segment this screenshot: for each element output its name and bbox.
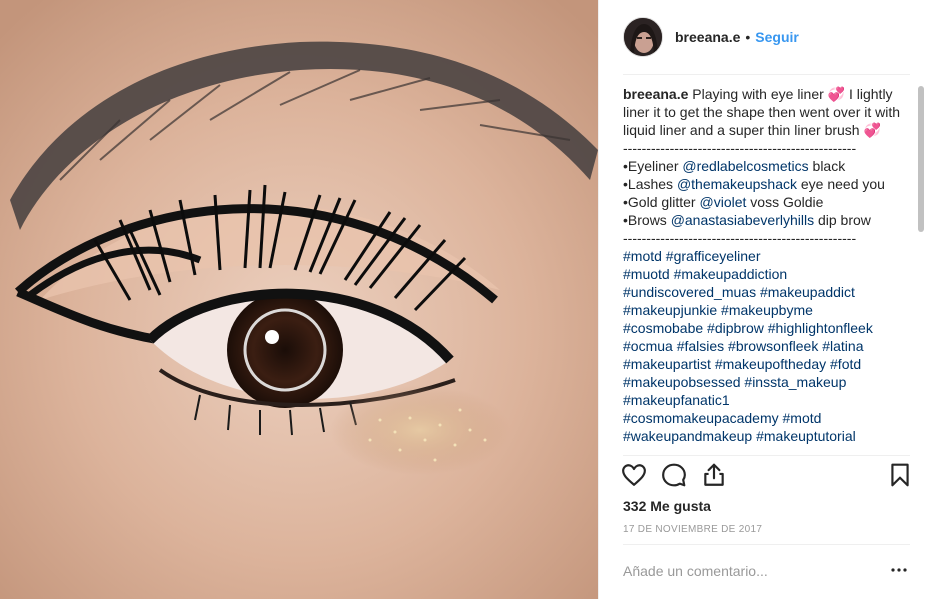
save-button[interactable] [887, 462, 915, 490]
product-line: •Brows @anastasiabeverlyhills dip brow [623, 211, 911, 229]
likes-count[interactable]: 332 Me gusta [623, 498, 711, 514]
action-bar [621, 462, 913, 492]
post-header: breeana.e • Seguir [599, 0, 934, 74]
mention-link[interactable]: @violet [700, 194, 747, 210]
divider [623, 544, 910, 545]
avatar[interactable] [623, 17, 663, 57]
hashtag-line[interactable]: #muotd #makeupaddiction [623, 265, 911, 283]
eye-makeup-image [0, 0, 598, 599]
hashtag-line[interactable]: #cosmobabe #dipbrow #highlightonfleek [623, 319, 911, 337]
avatar-image [624, 18, 662, 56]
hashtag-line[interactable]: #ocmua #falsies #browsonfleek #latina [623, 337, 911, 355]
divider [623, 74, 910, 75]
mention-link[interactable]: @themakeupshack [677, 176, 797, 192]
product-detail: eye need you [797, 176, 885, 192]
hashtag-line[interactable]: #undiscovered_muas #makeupaddict [623, 283, 911, 301]
hashtag-line[interactable]: #motd #grafficeyeliner [623, 247, 911, 265]
follow-button[interactable]: Seguir [755, 29, 799, 45]
product-detail: black [808, 158, 846, 174]
more-options-button[interactable] [887, 558, 911, 582]
caption-area[interactable]: breeana.e Playing with eye liner 💞 I lig… [623, 85, 911, 455]
share-icon [704, 463, 724, 486]
product-line: •Gold glitter @violet voss Goldie [623, 193, 911, 211]
product-label: •Gold glitter [623, 194, 700, 210]
divider [623, 455, 910, 456]
hashtag-line[interactable]: #wakeupandmakeup #makeuptutorial [623, 427, 911, 445]
add-comment-input[interactable] [623, 556, 863, 586]
caption-username[interactable]: breeana.e [623, 86, 688, 102]
post-sidebar: breeana.e • Seguir breeana.e Playing wit… [598, 0, 934, 599]
product-detail: dip brow [814, 212, 871, 228]
username-link[interactable]: breeana.e [675, 29, 740, 45]
caption: breeana.e Playing with eye liner 💞 I lig… [623, 85, 911, 139]
scrollbar-thumb[interactable] [918, 86, 924, 232]
product-label: •Eyeliner [623, 158, 683, 174]
comment-icon [662, 463, 686, 487]
hashtag-line[interactable]: #makeupartist #makeupoftheday #fotd [623, 355, 911, 373]
more-options-icon [891, 568, 907, 572]
caption-divider: ----------------------------------------… [623, 230, 857, 246]
post-photo[interactable] [0, 0, 598, 599]
separator-dot: • [745, 29, 751, 45]
heart-icon [622, 464, 646, 486]
mention-link[interactable]: @redlabelcosmetics [682, 158, 808, 174]
hashtag-line[interactable]: #makeupobsessed #inssta_makeup [623, 373, 911, 391]
share-button[interactable] [701, 462, 729, 490]
product-label: •Lashes [623, 176, 677, 192]
hashtag-line[interactable]: #makeupjunkie #makeupbyme [623, 301, 911, 319]
mention-link[interactable]: @anastasiabeverlyhills [671, 212, 814, 228]
post-date[interactable]: 17 DE NOVIEMBRE DE 2017 [623, 524, 762, 535]
product-line: •Lashes @themakeupshack eye need you [623, 175, 911, 193]
comment-button[interactable] [661, 462, 689, 490]
product-detail: voss Goldie [746, 194, 824, 210]
hashtag-line[interactable]: #cosmomakeupacademy #motd [623, 409, 911, 427]
like-button[interactable] [621, 462, 649, 490]
product-line: •Eyeliner @redlabelcosmetics black [623, 157, 911, 175]
caption-divider: ----------------------------------------… [623, 140, 857, 156]
product-label: •Brows [623, 212, 671, 228]
hashtag-line[interactable]: #makeupfanatic1 [623, 391, 911, 409]
bookmark-icon [891, 463, 909, 487]
